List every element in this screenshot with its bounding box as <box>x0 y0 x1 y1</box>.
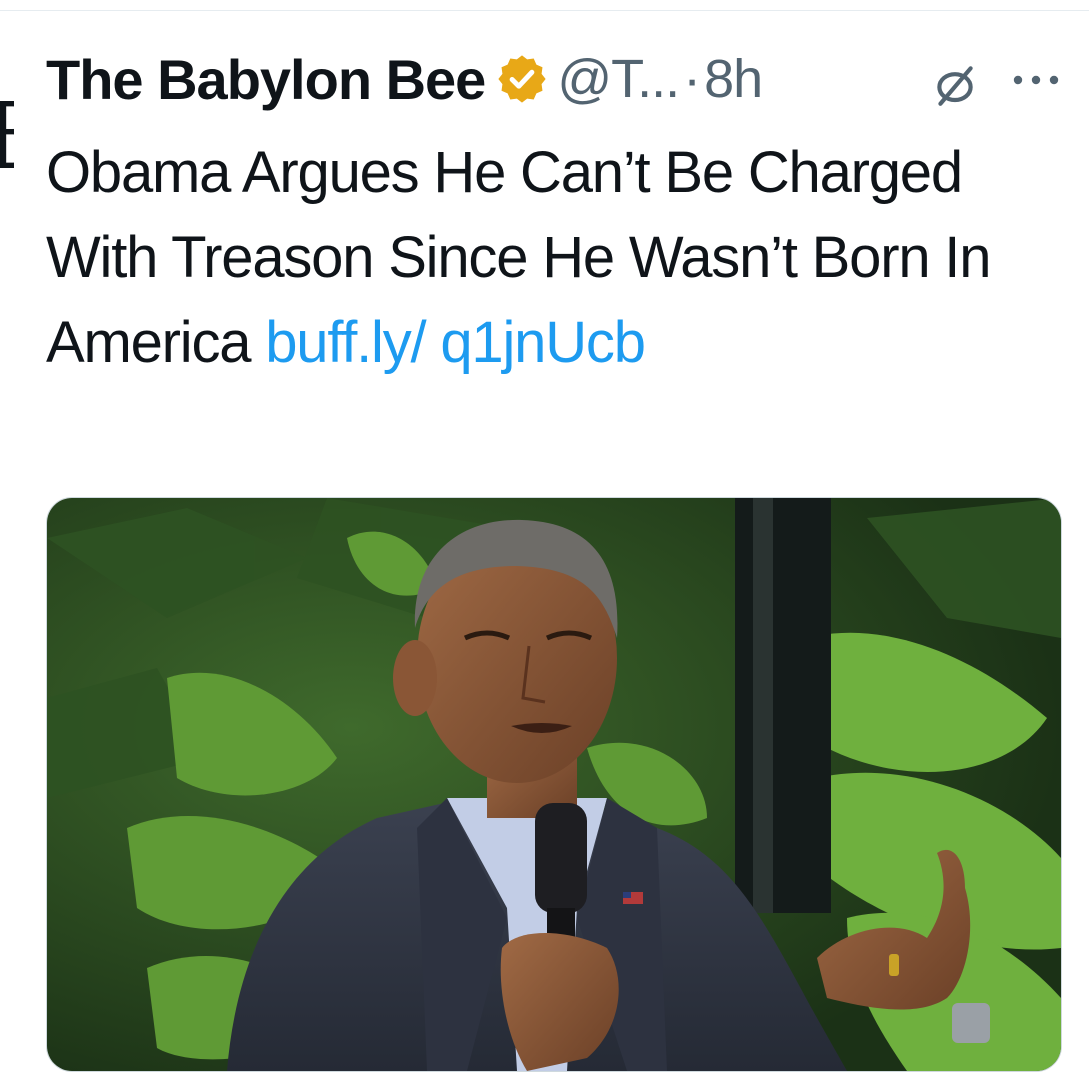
tweet-text: Obama Argues He Can’t Be Charged With Tr… <box>46 130 1046 385</box>
display-name[interactable]: The Babylon Bee <box>46 47 486 112</box>
mute-icon[interactable] <box>930 60 980 110</box>
tweet-link[interactable]: buff.ly/ q1jnUcb <box>265 310 646 375</box>
user-handle[interactable]: @T... <box>557 48 680 110</box>
verified-badge-icon <box>498 55 546 103</box>
tweet-header: The Babylon Bee @T... · 8h <box>46 40 763 118</box>
more-options-icon[interactable] <box>1012 73 1060 87</box>
separator: · <box>683 49 701 109</box>
timestamp[interactable]: 8h <box>704 48 763 110</box>
divider <box>0 10 1089 11</box>
avatar[interactable]: B <box>0 92 14 188</box>
tweet-media-image[interactable] <box>46 497 1062 1072</box>
media-photo <box>47 498 1061 1071</box>
tweet-card[interactable]: B The Babylon Bee @T... · 8h Obama Argue… <box>0 0 1089 1086</box>
